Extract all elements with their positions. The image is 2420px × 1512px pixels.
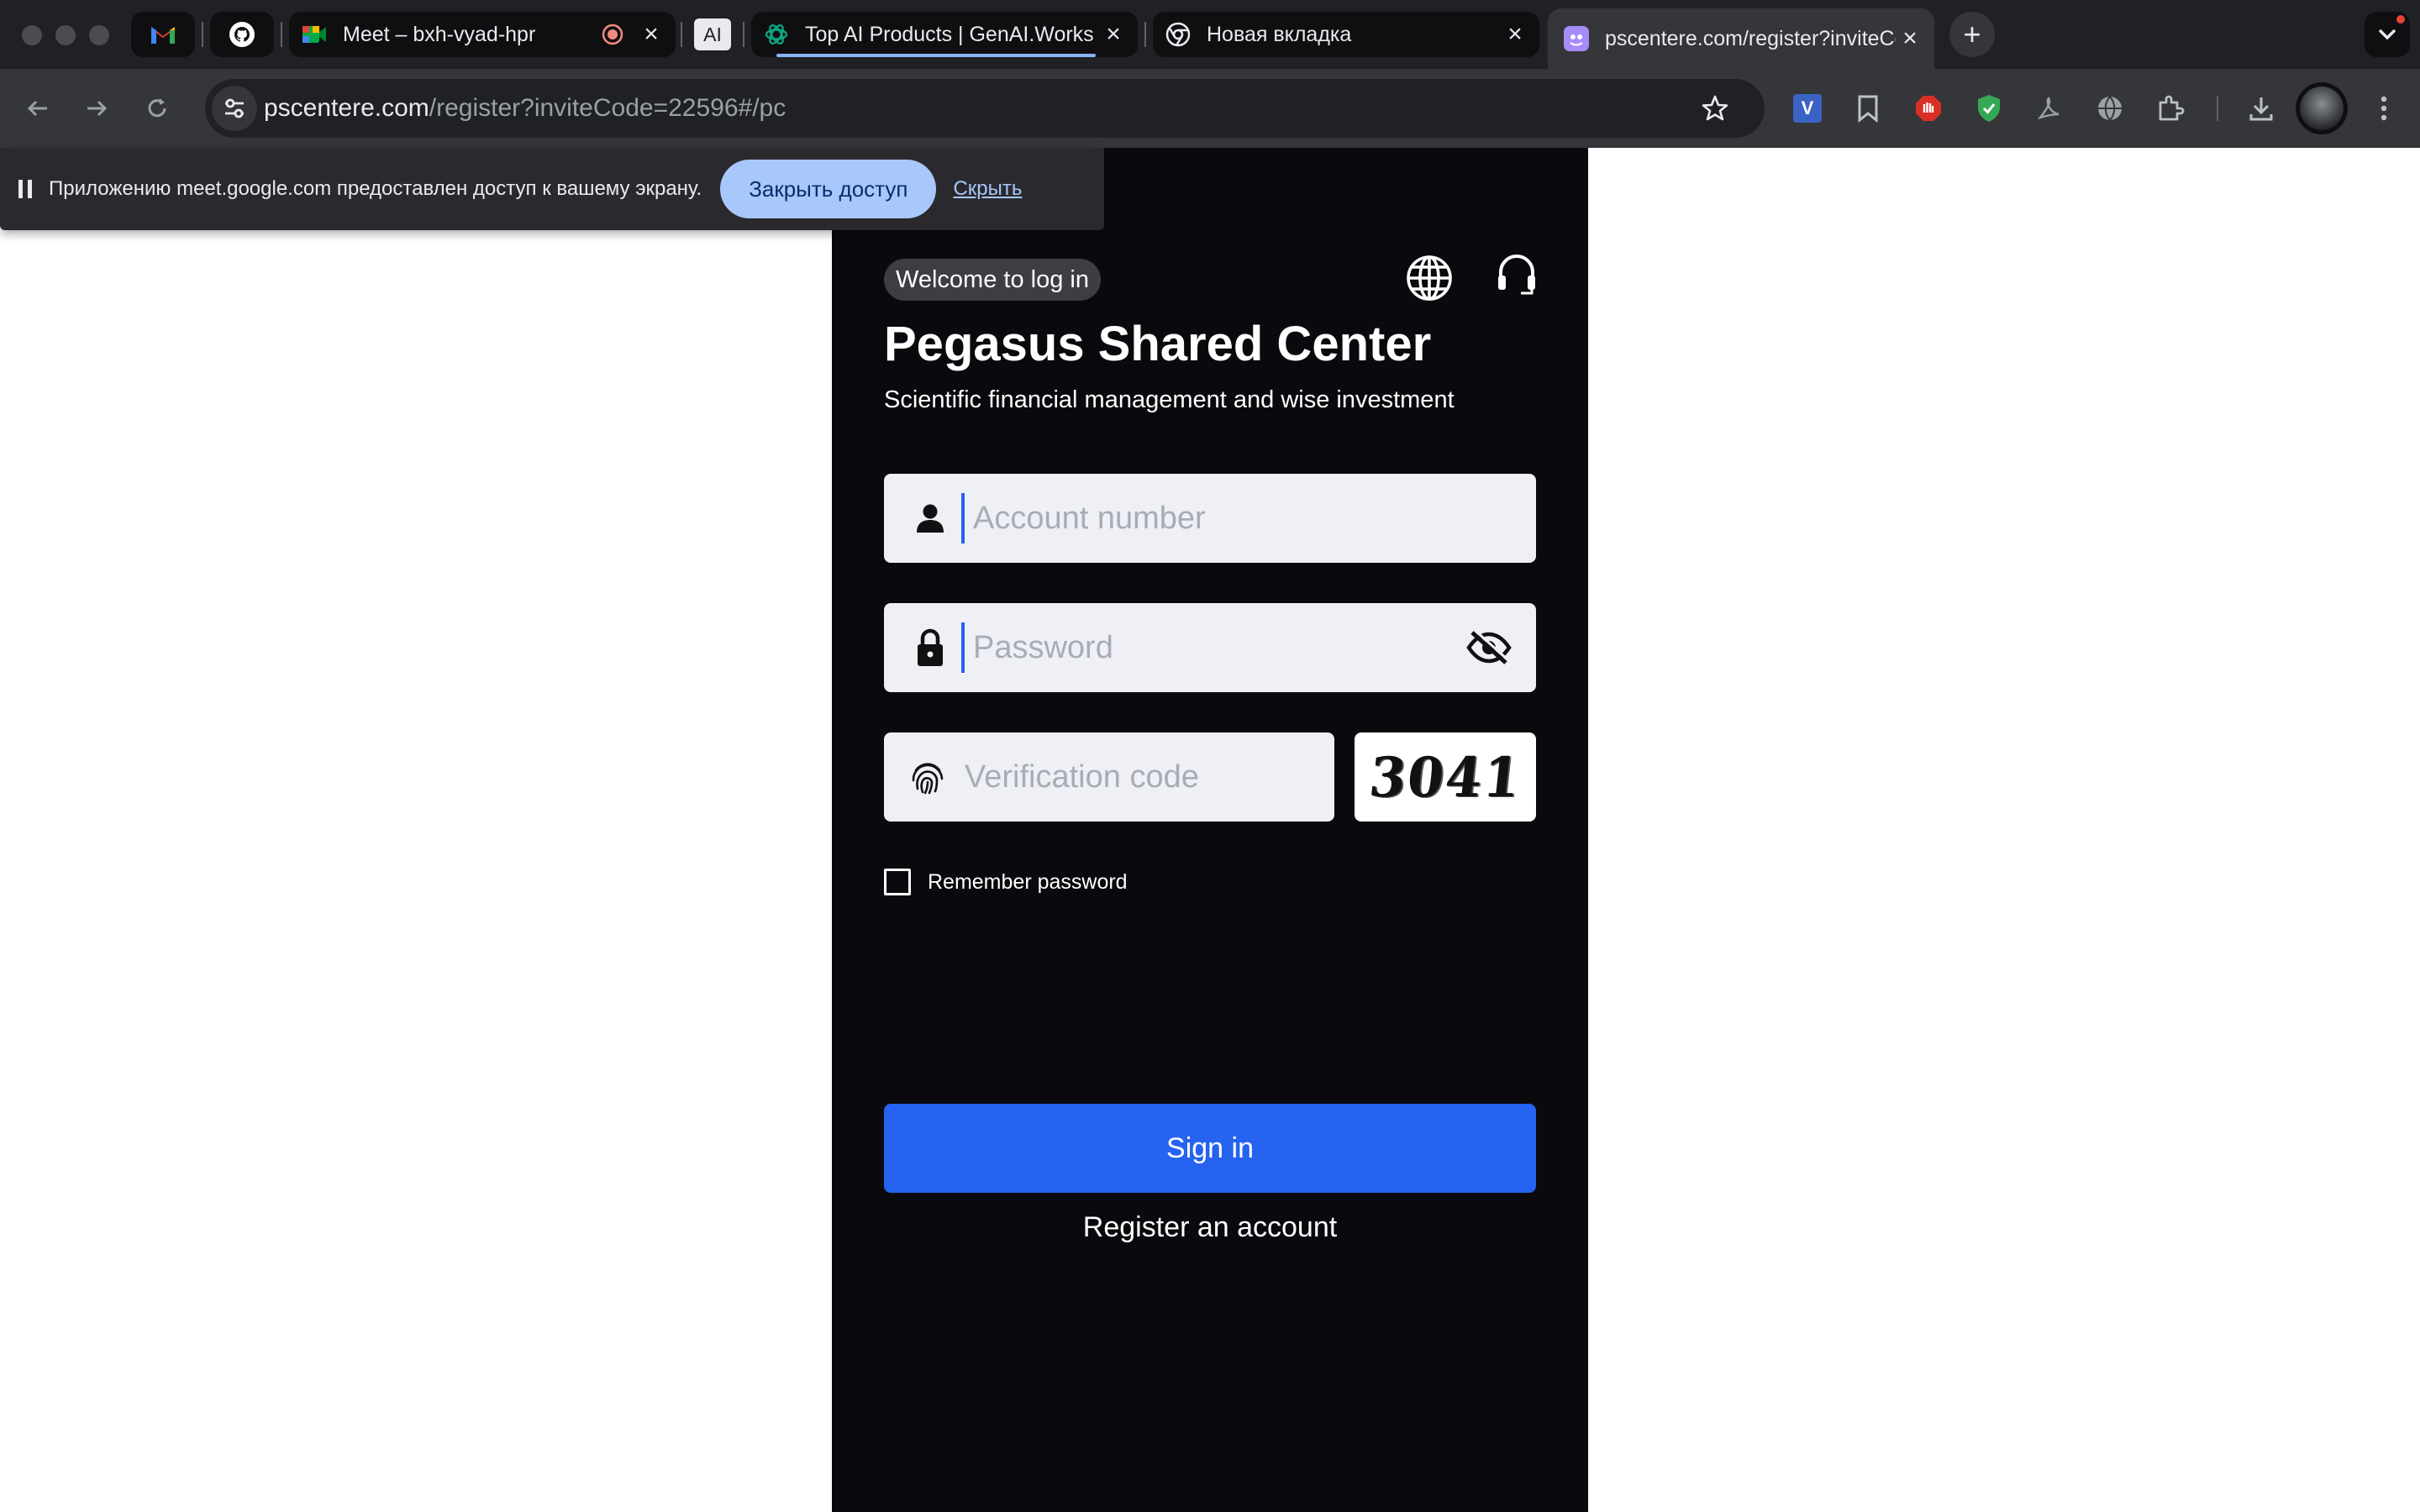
register-account-link[interactable]: Register an account — [884, 1211, 1536, 1244]
close-tab-icon[interactable]: × — [1099, 20, 1128, 49]
password-input[interactable] — [973, 614, 1464, 681]
shield-icon[interactable] — [1970, 89, 2008, 128]
tab-loading-bar — [776, 54, 1096, 57]
tab-title: Meet – bxh-vyad-hpr — [343, 22, 536, 46]
window-close-dot[interactable] — [22, 25, 42, 45]
tab-separator — [202, 22, 203, 47]
avatar-image — [2300, 87, 2344, 130]
pause-icon — [18, 180, 32, 198]
password-field — [884, 603, 1536, 692]
tab-separator — [281, 22, 282, 47]
window-minimize-dot[interactable] — [55, 25, 76, 45]
arrow-left-icon — [27, 100, 47, 117]
account-number-input[interactable] — [973, 485, 1536, 552]
tab-gmail[interactable] — [131, 12, 195, 57]
remember-password-label: Remember password — [928, 869, 1128, 894]
tab-search-button[interactable] — [2365, 12, 2410, 57]
more-vertical-icon — [2381, 96, 2387, 121]
close-tab-icon[interactable]: × — [1501, 20, 1529, 49]
input-divider — [961, 622, 965, 673]
page-title: Pegasus Shared Center — [884, 317, 1432, 371]
bookmark-extension-icon[interactable] — [1849, 89, 1887, 128]
url-path: /register?inviteCode=22596#/pc — [429, 94, 786, 122]
notification-dot — [2396, 15, 2405, 24]
browser-toolbar: pscentere.com/register?inviteCode=22596#… — [0, 69, 2420, 148]
close-tab-icon[interactable]: × — [1896, 24, 1924, 53]
downloads-button[interactable] — [2242, 89, 2281, 128]
toolbar-divider — [2217, 96, 2218, 121]
arrow-right-icon — [87, 100, 108, 117]
gmail-icon — [150, 21, 176, 48]
tab-separator — [743, 22, 744, 47]
login-page: Welcome to log in Pegasus Shared Center … — [832, 148, 1588, 1512]
tab-separator — [1144, 22, 1146, 47]
openai-icon — [763, 21, 790, 48]
adblock-extension-icon[interactable] — [1909, 89, 1948, 128]
window-zoom-dot[interactable] — [89, 25, 109, 45]
welcome-badge: Welcome to log in — [884, 259, 1101, 301]
page-subtitle: Scientific financial management and wise… — [884, 386, 1455, 413]
user-icon — [909, 497, 951, 539]
url-host: pscentere.com — [264, 94, 429, 122]
tune-icon — [225, 98, 244, 118]
url-text: pscentere.com/register?inviteCode=22596#… — [264, 94, 786, 123]
forward-button[interactable] — [76, 87, 118, 129]
stop-sharing-button[interactable]: Закрыть доступ — [720, 160, 937, 218]
tab-github[interactable] — [210, 12, 274, 57]
verification-field — [884, 732, 1376, 822]
browser-tab-strip: Meet – bxh-vyad-hpr × AI Top AI Products… — [0, 0, 2420, 69]
ai-site-icon: AI — [694, 18, 731, 50]
google-meet-icon — [301, 21, 328, 48]
new-tab-button[interactable]: + — [1949, 12, 1995, 57]
tab-genai[interactable]: Top AI Products | GenAI.Works × — [751, 12, 1138, 57]
tab-separator — [681, 22, 682, 47]
profile-avatar[interactable] — [2296, 82, 2348, 134]
tab-ai[interactable]: AI — [689, 12, 736, 57]
address-bar[interactable]: pscentere.com/register?inviteCode=22596#… — [205, 79, 1765, 138]
back-button[interactable] — [17, 87, 59, 129]
reload-button[interactable] — [136, 87, 178, 129]
extension-v-icon[interactable]: V — [1788, 89, 1827, 128]
remember-password-option[interactable]: Remember password — [884, 869, 1128, 895]
pdf-extension-icon[interactable] — [2030, 89, 2069, 128]
screen-share-banner: Приложению meet.google.com предоставлен … — [0, 148, 1104, 230]
star-icon — [1702, 95, 1728, 121]
github-icon — [229, 21, 255, 48]
chrome-icon — [1165, 21, 1192, 48]
input-divider — [961, 493, 965, 543]
verification-code-input[interactable] — [965, 743, 1376, 811]
captcha-image[interactable]: 3041 — [1355, 732, 1536, 822]
tab-title: Top AI Products | GenAI.Works — [805, 22, 1094, 46]
language-globe-icon[interactable] — [1405, 254, 1454, 302]
tab-meet[interactable]: Meet – bxh-vyad-hpr × — [289, 12, 676, 57]
tab-title: pscentere.com/register?inviteCode — [1605, 26, 1896, 50]
tab-title: Новая вкладка — [1207, 22, 1352, 46]
browser-menu-button[interactable] — [2365, 89, 2403, 128]
fingerprint-icon — [909, 756, 946, 798]
tab-pscentere[interactable]: pscentere.com/register?inviteCode × — [1548, 8, 1934, 69]
close-tab-icon[interactable]: × — [637, 20, 666, 49]
captcha-text: 3041 — [1365, 744, 1525, 810]
hide-banner-link[interactable]: Скрыть — [953, 177, 1022, 201]
download-icon — [2249, 97, 2273, 121]
site-icon — [1563, 25, 1590, 52]
account-field — [884, 474, 1536, 563]
bookmark-star-button[interactable] — [1694, 87, 1736, 129]
sign-in-button[interactable]: Sign in — [884, 1104, 1536, 1193]
screen-share-message: Приложению meet.google.com предоставлен … — [49, 177, 702, 200]
remember-password-checkbox[interactable] — [884, 869, 911, 895]
site-info-button[interactable] — [212, 86, 257, 131]
customer-support-headset-icon[interactable] — [1496, 252, 1538, 297]
eye-off-icon[interactable] — [1464, 622, 1514, 673]
chevron-down-icon — [2378, 29, 2396, 40]
reload-icon — [148, 98, 166, 118]
vpn-globe-icon[interactable] — [2091, 89, 2129, 128]
tab-new-tab[interactable]: Новая вкладка × — [1153, 12, 1539, 57]
recording-icon — [600, 22, 625, 47]
lock-icon — [909, 627, 951, 669]
puzzle-icon[interactable] — [2151, 89, 2190, 128]
